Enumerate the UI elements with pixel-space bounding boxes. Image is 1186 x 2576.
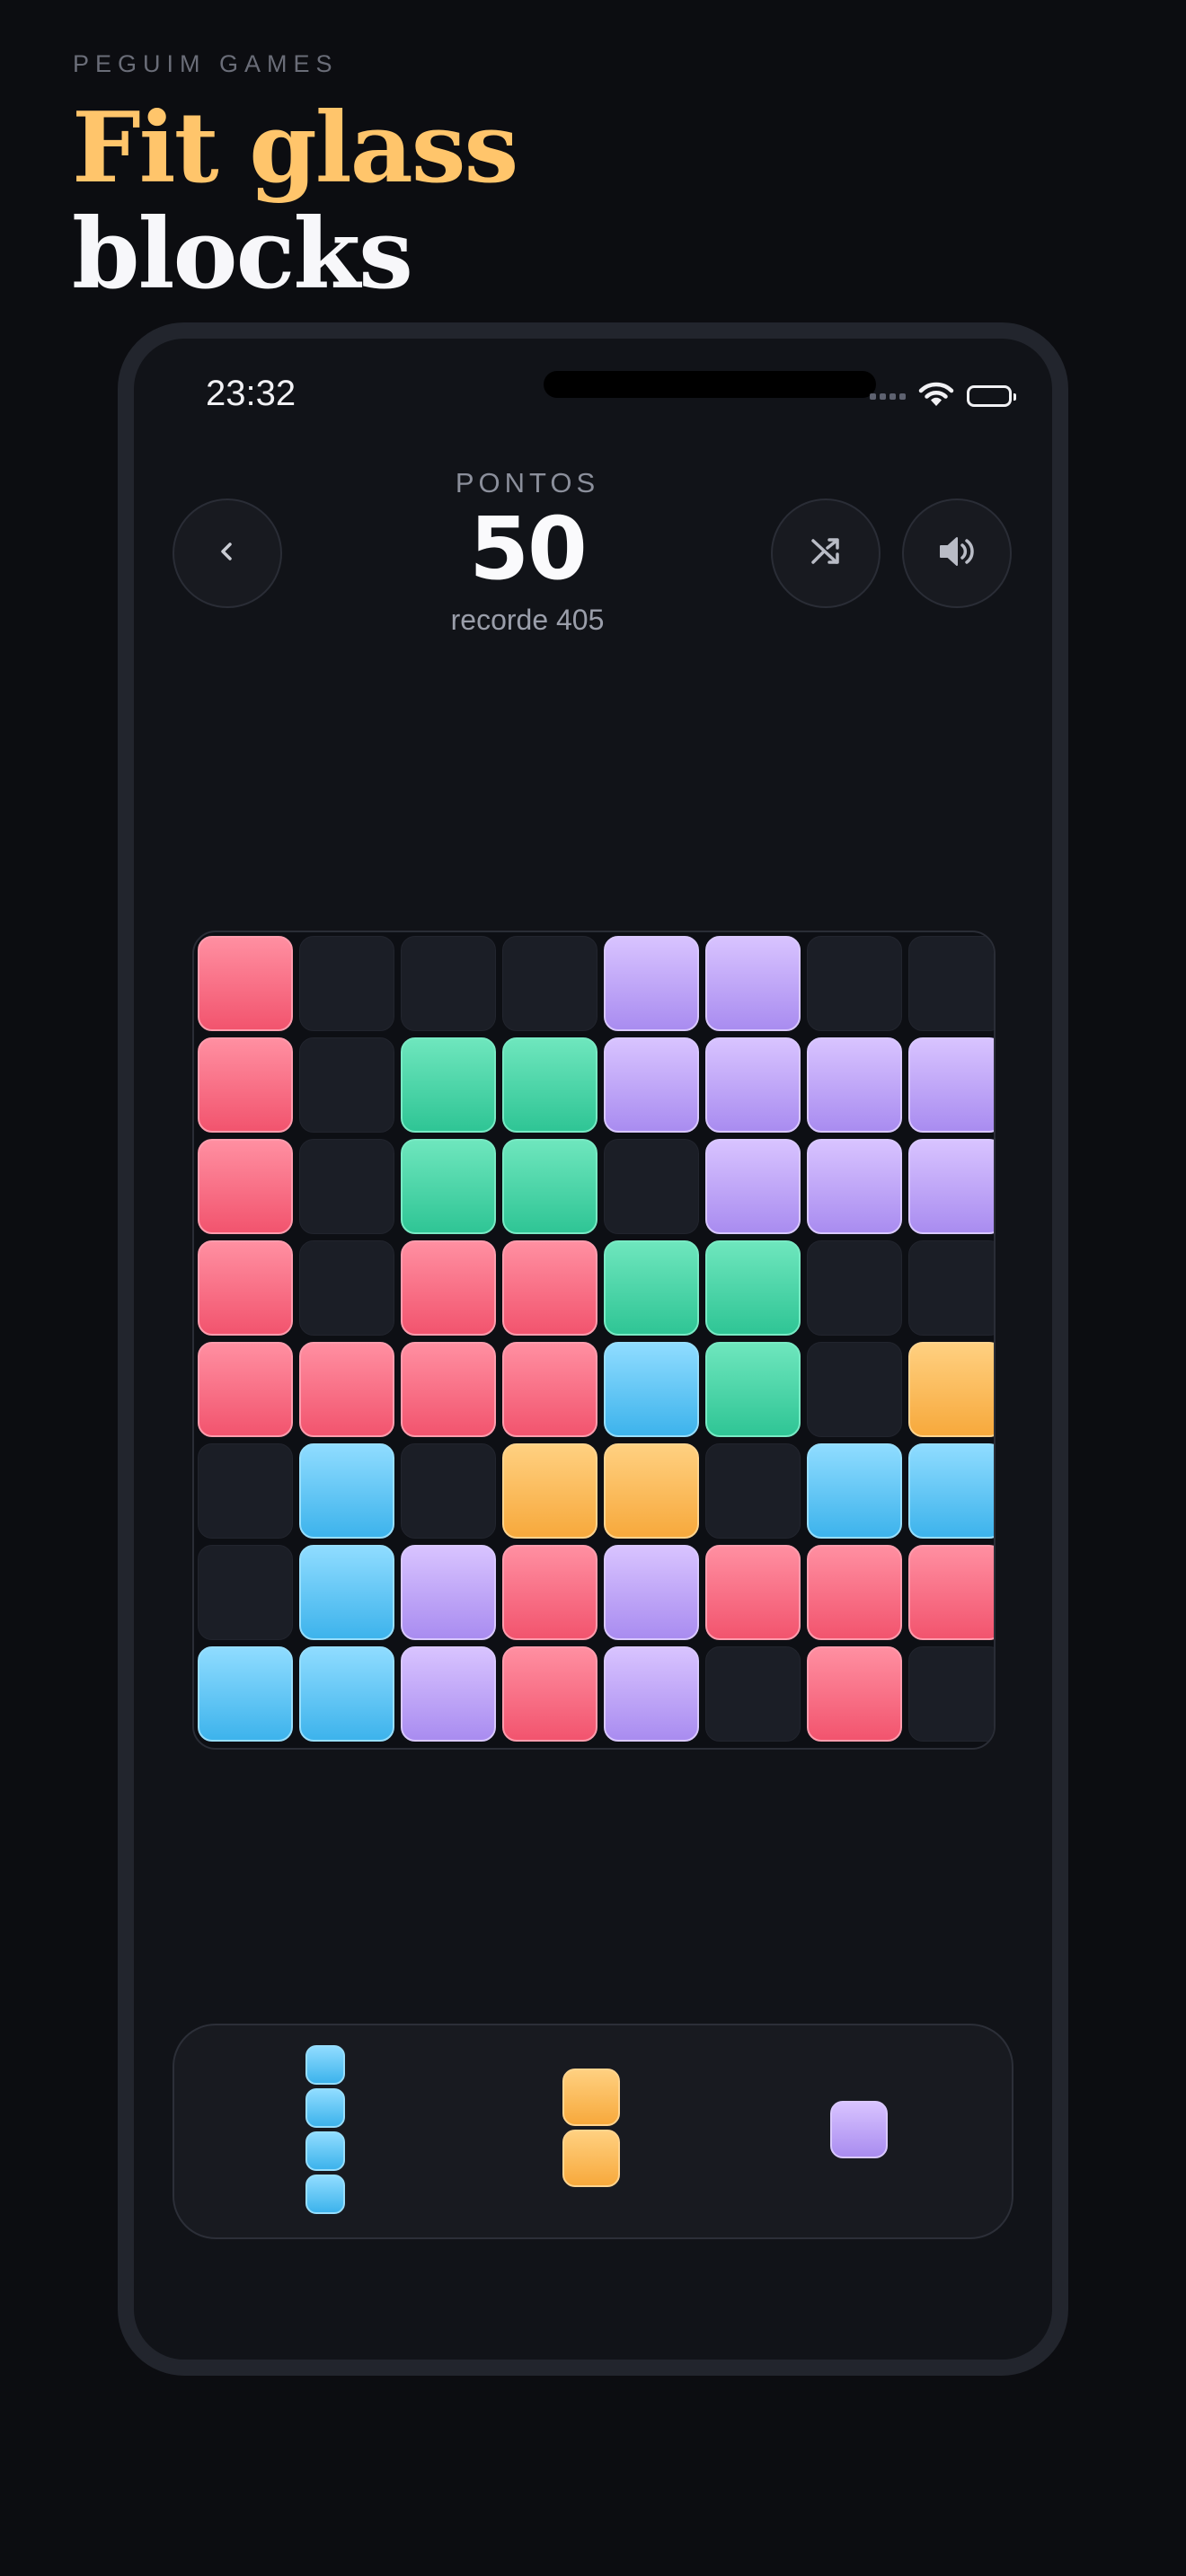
board-cell-empty[interactable] bbox=[299, 1139, 394, 1234]
board-cell-pink[interactable] bbox=[502, 1240, 597, 1336]
headline-line-2: blocks bbox=[72, 198, 413, 311]
board-cell-pink[interactable] bbox=[502, 1545, 597, 1640]
board-cell-pink[interactable] bbox=[807, 1646, 902, 1742]
board-cell-blue[interactable] bbox=[908, 1443, 994, 1539]
chevron-left-icon bbox=[216, 538, 239, 569]
record-value: recorde 405 bbox=[450, 604, 605, 636]
board-cell-pink[interactable] bbox=[299, 1342, 394, 1437]
status-time: 23:32 bbox=[206, 374, 296, 413]
board-cell-violet[interactable] bbox=[807, 1139, 902, 1234]
board-cell-empty[interactable] bbox=[705, 1646, 801, 1742]
signal-dots-icon bbox=[870, 393, 906, 400]
board-cell-violet[interactable] bbox=[604, 1646, 699, 1742]
board-cell-orange[interactable] bbox=[502, 1443, 597, 1539]
status-icons bbox=[870, 381, 1016, 411]
game-board[interactable] bbox=[192, 931, 996, 1750]
piece-block bbox=[562, 2130, 620, 2187]
battery-icon bbox=[967, 385, 1016, 407]
board-cell-blue[interactable] bbox=[807, 1443, 902, 1539]
board-cell-empty[interactable] bbox=[807, 1240, 902, 1336]
board-cell-green[interactable] bbox=[604, 1240, 699, 1336]
board-cell-green[interactable] bbox=[705, 1342, 801, 1437]
shuffle-button[interactable] bbox=[771, 498, 881, 608]
board-cell-pink[interactable] bbox=[401, 1240, 496, 1336]
board-cell-violet[interactable] bbox=[705, 936, 801, 1031]
board-cell-blue[interactable] bbox=[604, 1342, 699, 1437]
board-cell-violet[interactable] bbox=[401, 1646, 496, 1742]
board-cell-pink[interactable] bbox=[502, 1342, 597, 1437]
board-cell-empty[interactable] bbox=[705, 1443, 801, 1539]
board-cell-green[interactable] bbox=[502, 1139, 597, 1234]
board-cell-pink[interactable] bbox=[807, 1545, 902, 1640]
board-cell-empty[interactable] bbox=[604, 1139, 699, 1234]
board-cell-orange[interactable] bbox=[604, 1443, 699, 1539]
board-cell-violet[interactable] bbox=[604, 1545, 699, 1640]
score-value: 50 bbox=[469, 498, 588, 599]
piece-block bbox=[305, 2088, 345, 2128]
board-cell-violet[interactable] bbox=[807, 1037, 902, 1133]
board-cell-pink[interactable] bbox=[401, 1342, 496, 1437]
board-cell-violet[interactable] bbox=[908, 1037, 994, 1133]
board-cell-empty[interactable] bbox=[299, 936, 394, 1031]
board-cell-empty[interactable] bbox=[807, 1342, 902, 1437]
dynamic-island bbox=[544, 371, 876, 398]
board-cell-empty[interactable] bbox=[401, 1443, 496, 1539]
board-cell-pink[interactable] bbox=[198, 936, 293, 1031]
piece-block bbox=[305, 2045, 345, 2085]
board-cell-violet[interactable] bbox=[705, 1139, 801, 1234]
sound-button[interactable] bbox=[902, 498, 1012, 608]
headline: Fit glass blocks bbox=[72, 92, 518, 311]
board-cell-pink[interactable] bbox=[198, 1037, 293, 1133]
tray-piece-blue-vertical-4[interactable] bbox=[305, 2045, 349, 2219]
board-cell-blue[interactable] bbox=[299, 1545, 394, 1640]
board-cell-pink[interactable] bbox=[502, 1646, 597, 1742]
board-cell-orange[interactable] bbox=[908, 1342, 994, 1437]
board-cell-pink[interactable] bbox=[198, 1139, 293, 1234]
board-cell-pink[interactable] bbox=[908, 1545, 994, 1640]
back-button[interactable] bbox=[173, 498, 282, 608]
wifi-icon bbox=[918, 381, 954, 411]
board-cell-empty[interactable] bbox=[502, 936, 597, 1031]
piece-block bbox=[562, 2069, 620, 2126]
tray-piece-orange-vertical-2[interactable] bbox=[562, 2069, 622, 2191]
board-cell-green[interactable] bbox=[401, 1037, 496, 1133]
piece-block bbox=[305, 2131, 345, 2171]
board-cell-blue[interactable] bbox=[299, 1443, 394, 1539]
headline-line-1: Fit glass bbox=[72, 92, 518, 205]
board-cell-empty[interactable] bbox=[401, 936, 496, 1031]
board-cell-pink[interactable] bbox=[198, 1240, 293, 1336]
speaker-icon bbox=[935, 532, 978, 575]
piece-block bbox=[830, 2101, 888, 2158]
board-cell-violet[interactable] bbox=[705, 1037, 801, 1133]
board-cell-violet[interactable] bbox=[908, 1139, 994, 1234]
board-cell-pink[interactable] bbox=[198, 1342, 293, 1437]
board-cell-violet[interactable] bbox=[401, 1545, 496, 1640]
board-cell-green[interactable] bbox=[502, 1037, 597, 1133]
board-cell-blue[interactable] bbox=[299, 1646, 394, 1742]
shuffle-icon bbox=[806, 532, 845, 575]
board-cell-empty[interactable] bbox=[908, 936, 994, 1031]
board-cell-empty[interactable] bbox=[299, 1037, 394, 1133]
board-cell-blue[interactable] bbox=[198, 1646, 293, 1742]
board-cell-empty[interactable] bbox=[908, 1240, 994, 1336]
board-cell-empty[interactable] bbox=[198, 1443, 293, 1539]
board-cell-violet[interactable] bbox=[604, 936, 699, 1031]
piece-block bbox=[305, 2175, 345, 2214]
board-cell-green[interactable] bbox=[705, 1240, 801, 1336]
tray-piece-violet-single[interactable] bbox=[830, 2101, 890, 2160]
brand-label: PEGUIM GAMES bbox=[73, 50, 339, 77]
board-cell-empty[interactable] bbox=[908, 1646, 994, 1742]
board-cell-empty[interactable] bbox=[807, 936, 902, 1031]
board-cell-green[interactable] bbox=[401, 1139, 496, 1234]
piece-tray bbox=[173, 2024, 1013, 2239]
board-cell-empty[interactable] bbox=[299, 1240, 394, 1336]
board-cell-pink[interactable] bbox=[705, 1545, 801, 1640]
score-label: PONTOS bbox=[455, 467, 600, 498]
board-cell-violet[interactable] bbox=[604, 1037, 699, 1133]
board-cell-empty[interactable] bbox=[198, 1545, 293, 1640]
